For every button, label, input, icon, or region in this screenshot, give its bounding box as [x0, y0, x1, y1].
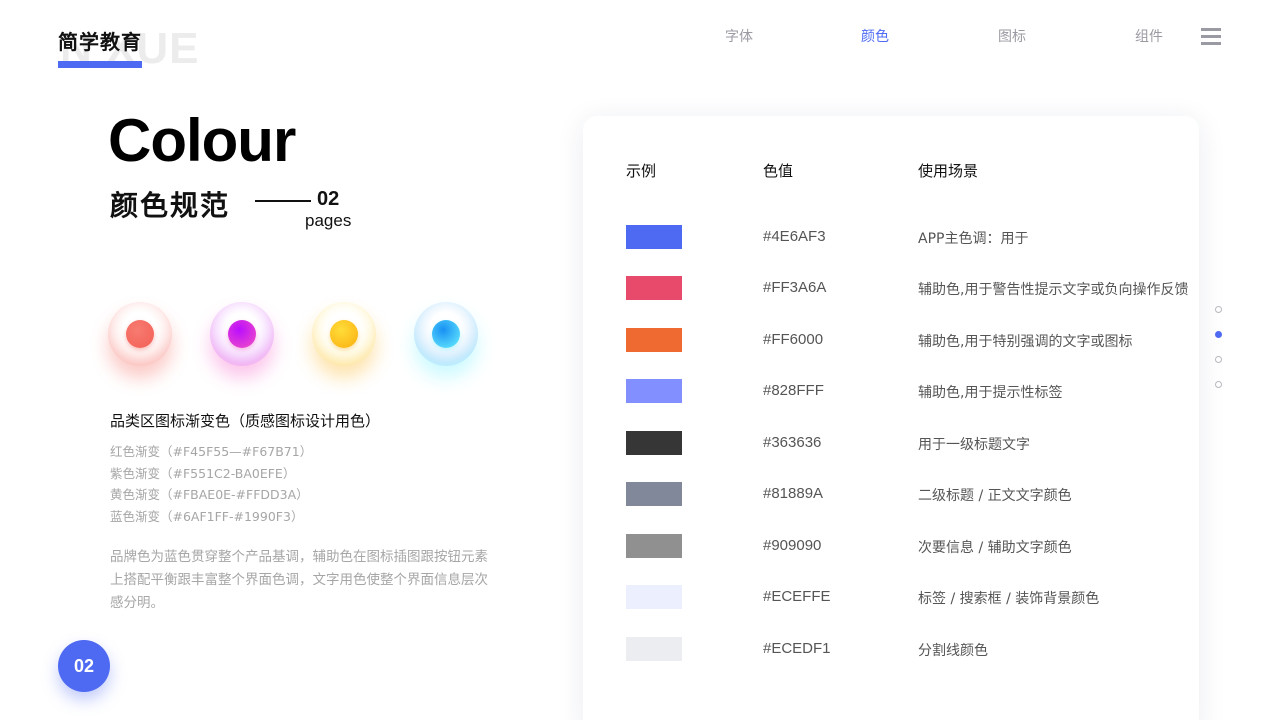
- header-usage: 使用场景: [918, 162, 979, 180]
- page-badge: 02: [58, 640, 110, 692]
- title-divider: [255, 200, 311, 202]
- color-swatch: [626, 276, 682, 300]
- pager-dot-3[interactable]: [1215, 356, 1222, 363]
- gradient-red-text: 红色渐变（#F45F55—#F67B71）: [110, 444, 313, 459]
- color-swatch: [626, 328, 682, 352]
- gradient-blue-text: 蓝色渐变（#6AF1FF-#1990F3）: [110, 508, 304, 524]
- color-row: #81889A 二级标题 / 正文文字颜色: [626, 482, 1186, 506]
- nav-item-fonts[interactable]: 字体: [725, 26, 753, 46]
- color-hex: #828FFF: [763, 382, 824, 399]
- color-hex: #FF3A6A: [763, 279, 827, 296]
- color-usage: APP主色调：用于: [918, 231, 1029, 247]
- color-hex: #FF6000: [763, 331, 824, 348]
- hamburger-menu-icon[interactable]: [1201, 28, 1221, 45]
- color-usage: 二级标题 / 正文文字颜色: [918, 488, 1072, 504]
- color-usage: 辅助色,用于警告性提示文字或负向操作反馈: [918, 282, 1189, 298]
- nav-item-icons[interactable]: 图标: [998, 26, 1026, 46]
- color-swatch: [626, 482, 682, 506]
- color-row: #FF3A6A 辅助色,用于警告性提示文字或负向操作反馈: [626, 276, 1189, 300]
- header-value: 色值: [763, 162, 794, 180]
- color-swatch: [626, 379, 682, 403]
- yellow-gradient-orb-icon: [312, 302, 376, 366]
- color-usage: 分割线颜色: [918, 643, 988, 659]
- color-hex: #ECEFFE: [763, 588, 831, 605]
- page-number: 02: [317, 188, 340, 210]
- color-swatch: [626, 225, 682, 249]
- color-row: #363636 用于一级标题文字: [626, 431, 1186, 455]
- red-gradient-orb-icon: [108, 302, 172, 366]
- color-hex: #81889A: [763, 485, 824, 502]
- color-hex: #363636: [763, 434, 822, 451]
- color-usage: 辅助色,用于特别强调的文字或图标: [918, 334, 1133, 350]
- pager-dot-2[interactable]: [1215, 331, 1222, 338]
- color-row: #828FFF 辅助色,用于提示性标签: [626, 379, 1186, 403]
- color-table-card: [583, 116, 1199, 720]
- description-paragraph: 品牌色为蓝色贯穿整个产品基调，辅助色在图标插图跟按钮元素上搭配平衡跟丰富整个界面…: [110, 549, 488, 611]
- color-row: #909090 次要信息 / 辅助文字颜色: [626, 534, 1186, 558]
- gradient-yellow-text: 黄色渐变（#FBAE0E-#FFDD3A）: [110, 487, 309, 502]
- page-title-cn: 颜色规范: [110, 189, 231, 222]
- color-swatch: [626, 637, 682, 661]
- brand-name: 简学教育: [58, 30, 142, 54]
- nav-item-components[interactable]: 组件: [1135, 26, 1163, 46]
- pager-dot-4[interactable]: [1215, 381, 1222, 388]
- color-row: #ECEFFE 标签 / 搜索框 / 装饰背景颜色: [626, 585, 1186, 609]
- gradient-list: 红色渐变（#F45F55—#F67B71） 紫色渐变（#F551C2-BA0EF…: [110, 441, 312, 527]
- color-row: #FF6000 辅助色,用于特别强调的文字或图标: [626, 328, 1186, 352]
- page-title-en: Colour: [108, 107, 296, 174]
- pager-dot-1[interactable]: [1215, 306, 1222, 313]
- top-nav: 字体 颜色 图标 组件: [700, 26, 1180, 46]
- color-usage: 辅助色,用于提示性标签: [918, 385, 1063, 401]
- color-row: #4E6AF3 APP主色调：用于: [626, 225, 1186, 249]
- page-label: pages: [305, 211, 352, 230]
- color-hex: #4E6AF3: [763, 228, 826, 245]
- header-example: 示例: [626, 162, 657, 180]
- gradient-purple-text: 紫色渐变（#F551C2-BA0EFE）: [110, 465, 296, 481]
- color-hex: #909090: [763, 537, 822, 554]
- color-hex: #ECEDF1: [763, 640, 831, 657]
- color-swatch: [626, 431, 682, 455]
- purple-gradient-orb-icon: [210, 302, 274, 366]
- category-icon-title: 品类区图标渐变色（质感图标设计用色）: [110, 412, 381, 430]
- blue-gradient-orb-icon: [414, 302, 478, 366]
- color-usage: 次要信息 / 辅助文字颜色: [918, 540, 1072, 556]
- color-usage: 用于一级标题文字: [918, 437, 1030, 453]
- color-row: #ECEDF1 分割线颜色: [626, 637, 1186, 661]
- brand-underline: [58, 61, 142, 68]
- brand-logo[interactable]: 简学教育: [58, 26, 142, 68]
- nav-item-colors[interactable]: 颜色: [861, 26, 889, 46]
- color-usage: 标签 / 搜索框 / 装饰背景颜色: [918, 591, 1100, 607]
- color-swatch: [626, 585, 682, 609]
- color-swatch: [626, 534, 682, 558]
